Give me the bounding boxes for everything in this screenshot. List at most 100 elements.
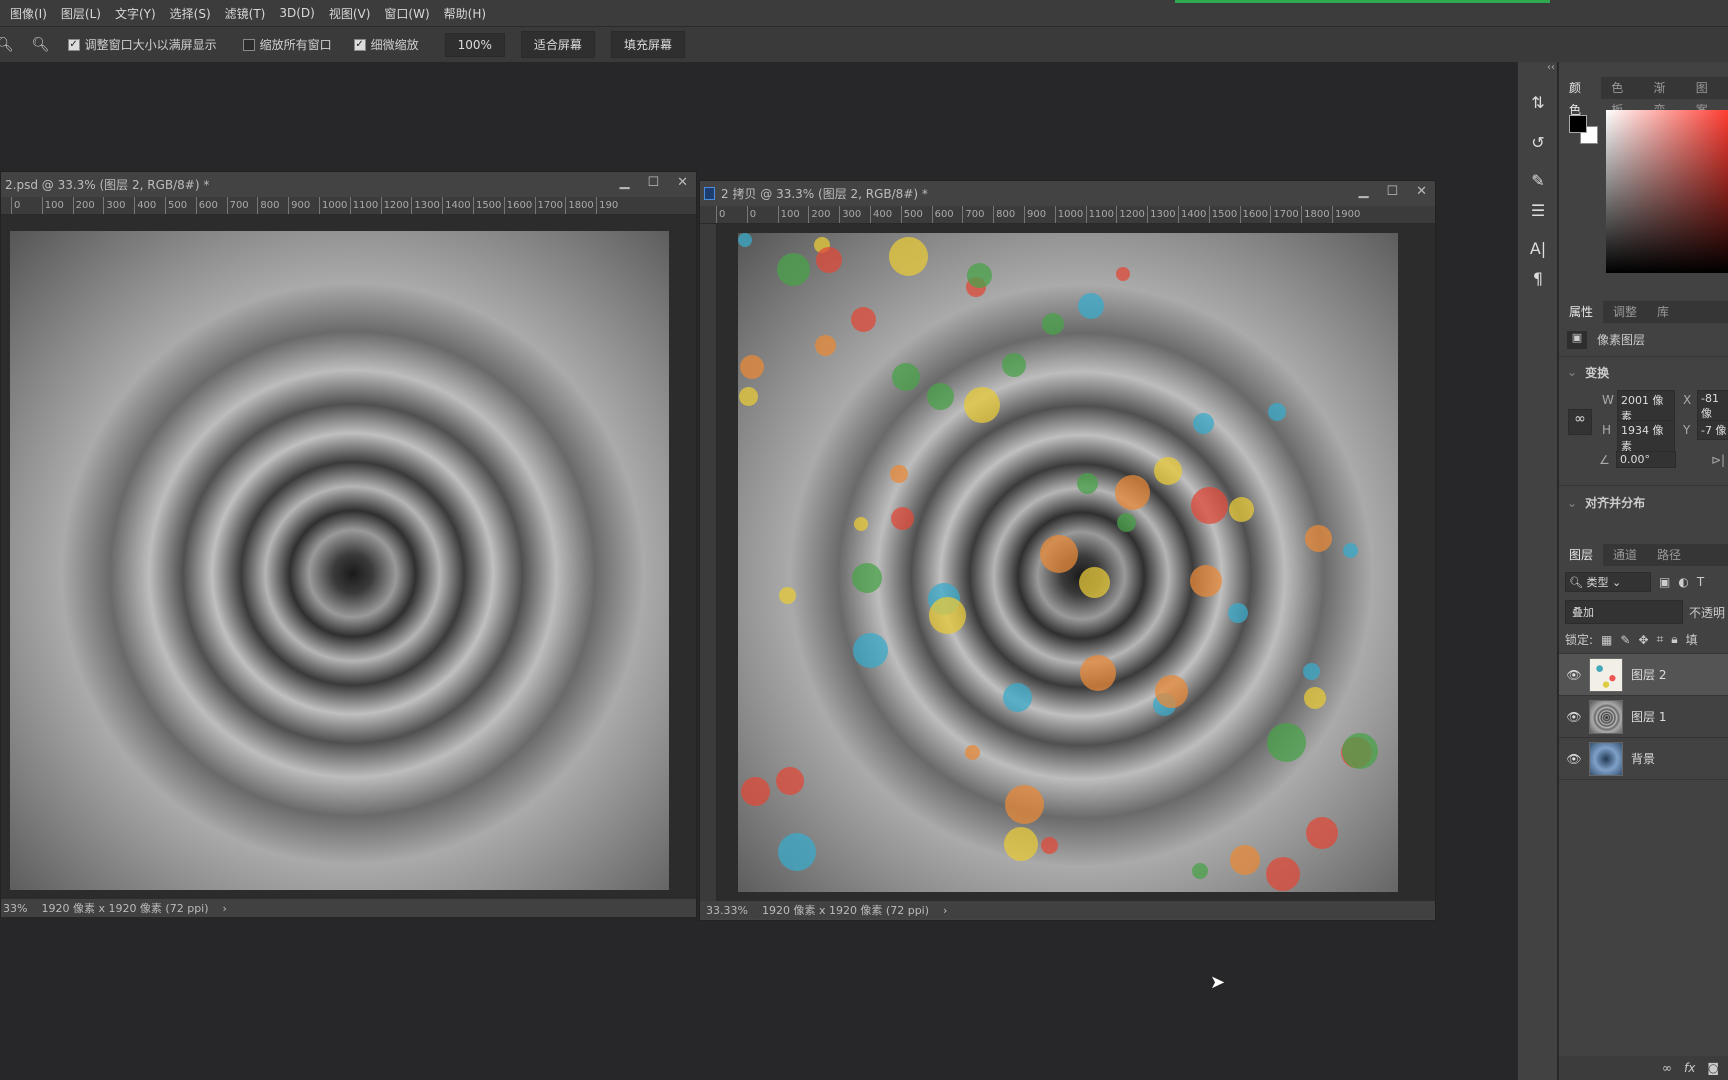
document-info: 1920 像素 x 1920 像素 (72 ppi) (761, 904, 930, 917)
document-title-bar[interactable]: 2 拷贝 @ 33.3% (图层 2, RGB/8#) * ▁ ☐ ✕ (700, 181, 1435, 206)
tab-gradients[interactable]: 渐变 (1644, 77, 1686, 117)
foreground-color-swatch[interactable] (1569, 115, 1587, 133)
character-icon[interactable]: A| (1518, 233, 1558, 263)
angle-field[interactable]: 0.00° (1616, 451, 1676, 468)
x-field[interactable]: -81 像 (1697, 390, 1728, 423)
zoom-out-icon[interactable]: 🔍︎ (32, 37, 50, 53)
chevron-right-icon[interactable]: › (223, 902, 227, 915)
maximize-icon[interactable]: ☐ (647, 175, 659, 190)
filter-adjustment-icon[interactable]: ◐ (1678, 575, 1688, 589)
filter-type-icon[interactable]: T (1697, 575, 1704, 589)
tab-properties[interactable]: 属性 (1559, 301, 1604, 323)
menu-select[interactable]: 选择(S) (170, 5, 211, 22)
layer-row[interactable]: 👁︎ 背景 (1559, 738, 1728, 780)
flower-motif (1306, 817, 1338, 849)
fit-screen-button[interactable]: 适合屏幕 (520, 31, 595, 58)
chevron-right-icon[interactable]: › (943, 904, 947, 917)
lock-image-icon[interactable]: ✎ (1620, 633, 1630, 647)
flower-motif (738, 233, 752, 247)
ruler-tick-label: 600 (931, 206, 963, 223)
lock-position-icon[interactable]: ✥ (1638, 633, 1648, 647)
vertical-ruler (700, 224, 717, 901)
menu-help[interactable]: 帮助(H) (444, 5, 486, 22)
minimize-icon[interactable]: ▁ (1358, 184, 1368, 199)
zoom-all-windows-checkbox[interactable]: 缩放所有窗口 (242, 36, 332, 53)
lock-all-icon[interactable]: 🔒︎ (1671, 632, 1677, 647)
menu-filter[interactable]: 滤镜(T) (225, 5, 266, 22)
close-icon[interactable]: ✕ (1416, 184, 1427, 199)
filter-pixel-icon[interactable]: ▣ (1659, 575, 1670, 589)
tab-paths[interactable]: 路径 (1647, 544, 1691, 566)
flower-motif (1193, 413, 1214, 434)
close-icon[interactable]: ✕ (677, 175, 688, 190)
ruler-tick-label: 1000 (1054, 206, 1086, 223)
menu-window[interactable]: 窗口(W) (384, 5, 429, 22)
history-states-icon[interactable]: ⇅ (1518, 87, 1558, 117)
flower-motif (889, 237, 928, 276)
layer-row[interactable]: 👁︎ 图层 2 (1559, 654, 1728, 696)
flower-motif (890, 465, 908, 483)
flip-horizontal-icon[interactable]: ⊳| (1711, 453, 1725, 467)
flower-motif (967, 263, 992, 288)
ruler-tick-label: 1600 (503, 197, 535, 214)
flower-motif (854, 517, 868, 531)
visibility-eye-icon[interactable]: 👁︎ (1559, 710, 1589, 724)
paragraph-icon[interactable]: ¶ (1518, 263, 1558, 293)
layer-filter-select[interactable]: 🔍︎ 类型 ⌄ (1565, 572, 1651, 592)
brush-settings-icon[interactable]: ✎ (1518, 165, 1558, 195)
menu-3d[interactable]: 3D(D) (279, 6, 314, 20)
ruler-tick-label: 500 (164, 197, 196, 214)
zoom-in-icon[interactable]: 🔍︎ (0, 37, 14, 53)
menu-view[interactable]: 视图(V) (329, 5, 371, 22)
transform-section-header[interactable]: ⌄ 变换 (1559, 357, 1728, 387)
fx-icon[interactable]: fx (1684, 1061, 1695, 1075)
layer-thumbnail (1589, 699, 1623, 734)
link-layers-icon[interactable]: ∞ (1662, 1061, 1672, 1075)
flower-motif (1229, 497, 1254, 522)
menu-type[interactable]: 文字(Y) (115, 5, 156, 22)
visibility-eye-icon[interactable]: 👁︎ (1559, 668, 1589, 682)
lock-artboard-icon[interactable]: ⌗ (1657, 632, 1664, 647)
collapse-panels-icon[interactable]: ‹‹ (1518, 62, 1557, 77)
layer-thumbnail (1589, 741, 1623, 776)
layer-row[interactable]: 👁︎ 图层 1 (1559, 696, 1728, 738)
link-proportions-icon[interactable]: ∞ (1568, 409, 1592, 435)
blend-mode-select[interactable]: 叠加 (1565, 600, 1683, 624)
fabric-image[interactable] (10, 231, 669, 890)
adjustments-sliders-icon[interactable]: ☰ (1518, 195, 1558, 225)
resize-windows-checkbox[interactable]: ✓ 调整窗口大小以满屏显示 (67, 36, 217, 53)
scrubby-zoom-checkbox[interactable]: ✓ 细微缩放 (353, 36, 419, 53)
flower-motif (853, 633, 888, 668)
ruler-tick-label: 300 (839, 206, 870, 223)
tab-layers[interactable]: 图层 (1559, 544, 1604, 566)
flower-motif (929, 597, 966, 634)
floral-fabric-image[interactable] (738, 233, 1398, 892)
align-section-header[interactable]: ⌄ 对齐并分布 (1559, 485, 1728, 519)
visibility-eye-icon[interactable]: 👁︎ (1559, 752, 1589, 766)
zoom-level[interactable]: 33% (3, 902, 27, 915)
add-mask-icon[interactable]: ◙ (1707, 1061, 1719, 1075)
tab-color[interactable]: 颜色 (1559, 77, 1602, 117)
history-icon[interactable]: ↺ (1518, 127, 1558, 157)
zoom-level[interactable]: 33.33% (706, 904, 748, 917)
zoom-value-field[interactable]: 100% (444, 32, 505, 57)
menu-image[interactable]: 图像(I) (10, 5, 47, 22)
tab-swatches[interactable]: 色板 (1601, 77, 1643, 117)
lock-transparent-icon[interactable]: ▦ (1601, 633, 1612, 647)
tab-patterns[interactable]: 图案 (1686, 77, 1728, 117)
tab-adjustments[interactable]: 调整 (1603, 301, 1647, 323)
document-title-bar[interactable]: 2.psd @ 33.3% (图层 2, RGB/8#) * ▁ ☐ ✕ (1, 172, 696, 197)
flower-motif (1228, 603, 1248, 623)
color-field[interactable] (1606, 110, 1728, 273)
minimize-icon[interactable]: ▁ (619, 175, 629, 190)
flower-motif (1342, 733, 1378, 769)
flower-motif (1191, 487, 1228, 524)
maximize-icon[interactable]: ☐ (1386, 184, 1398, 199)
menu-layer[interactable]: 图层(L) (61, 5, 101, 22)
y-field[interactable]: -7 像 (1697, 420, 1728, 440)
tab-channels[interactable]: 通道 (1603, 544, 1647, 566)
flower-motif (891, 507, 914, 530)
flower-motif (1078, 293, 1104, 319)
tab-libraries[interactable]: 库 (1647, 301, 1679, 323)
fill-screen-button[interactable]: 填充屏幕 (610, 31, 685, 58)
